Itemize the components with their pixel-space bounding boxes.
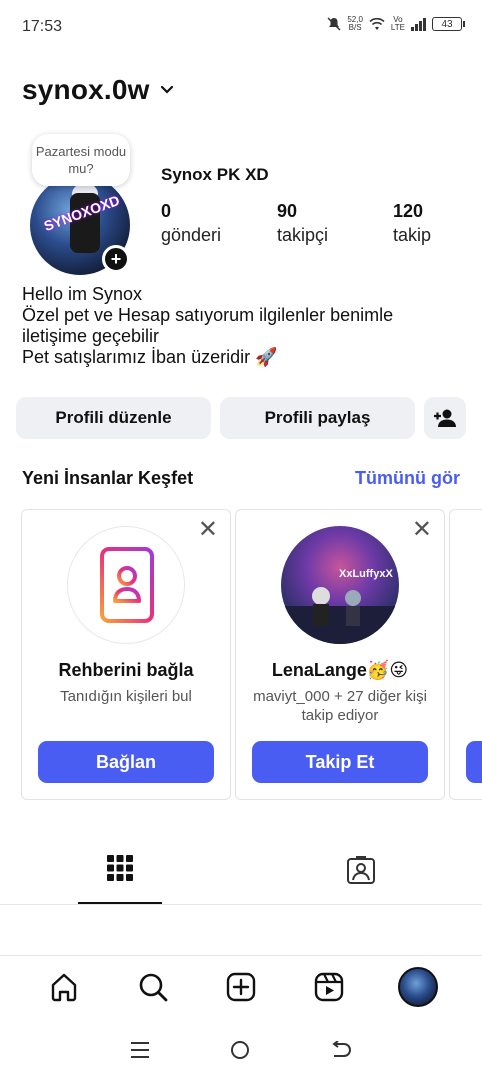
nav-profile[interactable] [397,966,438,1007]
bottom-navigation [0,955,482,1017]
volte-label: Vo LTE [390,15,405,32]
create-icon [226,972,256,1001]
contacts-book-icon [67,526,185,644]
tab-tagged[interactable] [319,845,403,904]
profile-stats: 0 gönderi 90 takipçi 120 takip [161,200,482,248]
status-bar: 17:53 52,0 B/S Vo LTE 43 [0,0,482,54]
search-icon [139,973,167,1001]
edit-profile-button[interactable]: Profili düzenle [16,397,211,439]
bio-line: Özel pet ve Hesap satıyorum ilgilenler b… [22,305,394,325]
status-time: 17:53 [22,18,63,35]
home-icon [51,973,77,1001]
share-profile-button[interactable]: Profili paylaş [220,397,415,439]
card-subtitle: maviyt_000 + 27 diğer kişi takip ediyor [253,688,427,724]
mute-bell-icon [327,17,341,31]
reels-icon [315,972,344,1001]
bio: Hello im Synox Özel pet ve Hesap satıyor… [22,284,462,368]
user-avatar[interactable]: XxLuffyxX [281,526,399,644]
add-story-icon[interactable]: + [102,245,130,273]
nav-home[interactable] [44,967,84,1007]
suggestion-card-partial [449,509,482,800]
tagged-icon [347,856,375,884]
discover-title: Yeni İnsanlar Keşfet [22,468,194,488]
menu-icon[interactable] [130,1041,150,1059]
discover-header: Yeni İnsanlar Keşfet Tümünü gör [22,468,460,489]
nav-reels[interactable] [309,967,349,1007]
tab-posts-grid[interactable] [78,845,162,904]
bio-line: Hello im Synox [22,284,143,304]
battery-icon: 43 [432,17,465,31]
card-subtitle: Tanıdığın kişileri bul [60,688,192,705]
profile-avatar[interactable]: SYNOXOXD + [30,175,130,275]
connect-button[interactable]: Bağlan [38,741,214,783]
suggestion-card-contacts: ✕ Rehberini bağla Tanıdığın kişileri bul… [21,509,231,800]
see-all-link[interactable]: Tümünü gör [355,468,460,489]
close-icon[interactable]: ✕ [412,518,432,542]
display-name: Synox PK XD [161,165,269,184]
close-icon[interactable]: ✕ [198,518,218,542]
username: synox.0w [22,74,150,105]
follow-button-partial[interactable] [466,741,482,783]
card-title: LenaLange🥳😜 [271,660,409,680]
account-switcher[interactable]: synox.0w [22,74,174,106]
nav-search[interactable] [133,967,173,1007]
home-circle-icon[interactable] [230,1040,250,1060]
profile-avatar-small [397,966,438,1007]
bio-line: iletişime geçebilir [22,326,160,346]
stat-followers[interactable]: 90 takipçi [277,200,393,248]
avatar-overlay-text: XxLuffyxX [339,568,393,580]
stat-posts[interactable]: 0 gönderi [161,200,277,248]
signal-icon [411,17,426,31]
discover-carousel[interactable]: ✕ Rehberini bağla Tanıdığın kişileri bul… [21,509,482,801]
bio-line: Pet satışlarımız İban üzeridir 🚀 [22,347,278,367]
status-icons: 52,0 B/S Vo LTE 43 [327,15,465,32]
person-add-icon [434,409,456,427]
card-title: Rehberini bağla [58,660,194,680]
stat-following[interactable]: 120 takip [393,200,482,248]
wifi-icon [369,17,385,30]
grid-icon [107,855,133,881]
net-speed: 52,0 B/S [347,15,363,32]
profile-tabs [0,845,482,905]
suggestion-card-user: ✕ XxLuffyxX LenaLange🥳😜 maviyt_000 + 27 … [235,509,445,800]
system-navigation [0,1026,482,1074]
follow-button[interactable]: Takip Et [252,741,428,783]
nav-create[interactable] [221,967,261,1007]
discover-people-button[interactable] [424,397,466,439]
note-bubble[interactable]: Pazartesi modu mu? [32,134,130,186]
chevron-down-icon [160,85,173,94]
back-icon[interactable] [330,1041,352,1059]
profile-actions: Profili düzenle Profili paylaş [16,397,466,439]
